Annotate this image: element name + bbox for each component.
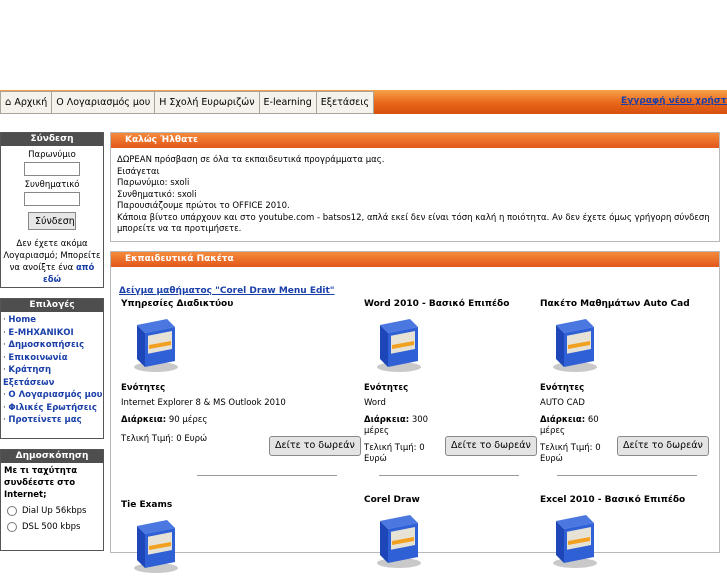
options-item: · Δημοσκοπήσεις xyxy=(3,340,85,350)
software-box-icon xyxy=(374,511,424,569)
welcome-line: ΔΩΡΕΑΝ πρόσβαση σε όλα τα εκπαιδευτικά π… xyxy=(117,155,385,165)
welcome-line: Εισάγεται xyxy=(117,166,160,177)
welcome-line: Συνθηματικό: sxoli xyxy=(117,189,197,200)
duration-label: Διάρκεια: xyxy=(364,414,410,425)
free-preview-button[interactable]: Δείτε το δωρεάν xyxy=(269,436,361,456)
nav-school[interactable]: Η Σχολή Ευρωριζών xyxy=(155,92,260,113)
options-link-faq[interactable]: Φιλικές Ερωτήσεις xyxy=(8,403,96,413)
package-title: Excel 2010 - Βασικό Επιπέδο xyxy=(540,495,686,505)
welcome-title: Καλώς Ήλθατε xyxy=(111,133,719,148)
options-item: · E-ΜΗΧΑΝΙΚΟΙ xyxy=(3,327,74,338)
package-duration: Διάρκεια: 300 μέρες xyxy=(364,415,434,438)
package-title: Υπηρεσίες Διαδικτύου xyxy=(121,299,234,309)
packages-title: Εκπαιδευτικά Πακέτα xyxy=(111,252,719,267)
software-box-icon xyxy=(131,516,181,574)
package-duration: Διάρκεια: 90 μέρες xyxy=(121,415,293,427)
poll-box: Δημοσκόπηση Με τι ταχύτητα συνδέεστε στο… xyxy=(0,449,104,551)
sample-lesson-link[interactable]: Δείγμα μαθήματος "Corel Draw Menu Edit" xyxy=(119,286,335,296)
options-item: · Κράτηση Εξετάσεων xyxy=(3,365,55,388)
welcome-body: ΔΩΡΕΑΝ πρόσβαση σε όλα τα εκπαιδευτικά π… xyxy=(111,148,719,243)
home-icon: ⌂ xyxy=(5,97,12,108)
package-title: Corel Draw xyxy=(364,495,420,505)
welcome-panel: Καλώς Ήλθατε ΔΩΡΕΑΝ πρόσβαση σε όλα τα ε… xyxy=(110,132,720,242)
welcome-line: Κάποια βίντεο υπάρχουν και στο youtube.c… xyxy=(117,212,710,235)
welcome-line: Παρουσιάζουμε πρώτοι το OFFICE 2010. xyxy=(117,201,290,211)
duration-label: Διάρκεια: xyxy=(121,414,167,425)
options-link-home[interactable]: Home xyxy=(8,315,36,325)
poll-option[interactable]: DSL 500 kbps xyxy=(7,519,103,535)
radio-button[interactable] xyxy=(7,522,17,532)
username-input[interactable] xyxy=(24,162,80,176)
poll-question: Με τι ταχύτητα συνδέεστε στο Internet; xyxy=(4,466,78,500)
software-box-icon xyxy=(131,315,181,373)
options-title: Επιλογές xyxy=(1,299,103,312)
radio-button[interactable] xyxy=(7,506,17,516)
options-item: · Home xyxy=(3,315,36,325)
package-duration: Διάρκεια: 60 μέρες xyxy=(540,415,604,438)
signup-note: Δεν έχετε ακόμα Λογαριασμό; Μπορείτε να … xyxy=(1,238,103,286)
package-title: Tie Exams xyxy=(121,500,173,510)
main-nav: ⌂ Αρχική Ο Λογαριασμός μου Η Σχολή Ευρωρι… xyxy=(0,91,375,114)
free-preview-button[interactable]: Δείτε το δωρεάν xyxy=(617,436,709,456)
package-sections: Internet Explorer 8 & MS Outlook 2010 xyxy=(121,398,286,408)
package-sections-label: Ενότητες xyxy=(121,383,166,393)
nav-home[interactable]: ⌂ Αρχική xyxy=(1,92,53,113)
package-card: Υπηρεσίες Διαδικτύου Ενότητες Internet E… xyxy=(121,299,293,446)
options-item: · Φιλικές Ερωτήσεις xyxy=(3,402,97,413)
login-button[interactable]: Σύνδεση xyxy=(28,212,76,230)
options-item: · Επικοινωνία xyxy=(3,352,68,363)
package-sections: Word xyxy=(364,398,386,408)
nav-exams[interactable]: Εξετάσεις xyxy=(317,92,373,113)
options-list: · Home · E-ΜΗΧΑΝΙΚΟΙ · Δημοσκοπήσεις · Ε… xyxy=(1,312,103,427)
duration-label: Διάρκεια: xyxy=(540,414,586,425)
duration-value: 90 μέρες xyxy=(168,414,208,425)
login-title: Σύνδεση xyxy=(1,133,103,146)
options-item: · Προτείνετε μας xyxy=(3,415,82,425)
package-card: Corel Draw xyxy=(364,495,536,569)
package-sections: AUTO CAD xyxy=(540,398,585,408)
divider xyxy=(557,475,697,476)
options-item: · Ο Λογαριασμός μου xyxy=(3,390,103,400)
options-link-recommend[interactable]: Προτείνετε μας xyxy=(8,415,81,425)
login-box: Σύνδεση Παρωνύμιο Συνθηματικό Σύνδεση Δε… xyxy=(0,132,104,288)
poll-option-label: Dial Up 56kbps xyxy=(22,506,87,516)
options-link-engineers[interactable]: E-ΜΗΧΑΝΙΚΟΙ xyxy=(8,328,73,338)
nav-home-label: Αρχική xyxy=(14,97,48,108)
package-price: Τελική Τιμή: 0 Ευρώ xyxy=(540,442,601,465)
package-title: Πακέτο Μαθημάτων Auto Cad xyxy=(540,299,690,309)
package-card: Tie Exams xyxy=(121,500,293,574)
poll-title: Δημοσκόπηση xyxy=(1,450,103,463)
options-link-polls[interactable]: Δημοσκοπήσεις xyxy=(8,340,84,350)
package-price: Τελική Τιμή: 0 Ευρώ xyxy=(121,434,208,444)
package-sections-label: Ενότητες xyxy=(540,383,585,393)
packages-panel: Εκπαιδευτικά Πακέτα Δείγμα μαθήματος "Co… xyxy=(110,251,720,573)
software-box-icon xyxy=(550,511,600,569)
package-card: Excel 2010 - Βασικό Επιπέδο xyxy=(540,495,712,569)
options-link-contact[interactable]: Επικοινωνία xyxy=(8,353,67,363)
software-box-icon xyxy=(374,315,424,373)
software-box-icon xyxy=(550,315,600,373)
divider xyxy=(379,475,519,476)
package-price: Τελική Τιμή: 0 Ευρώ xyxy=(364,442,425,465)
poll-option[interactable]: Dial Up 56kbps xyxy=(7,503,103,519)
password-input[interactable] xyxy=(24,192,80,206)
poll-option-label: DSL 500 kbps xyxy=(22,522,81,532)
free-preview-button[interactable]: Δείτε το δωρεάν xyxy=(445,436,537,456)
options-link-exam-booking[interactable]: Κράτηση Εξετάσεων xyxy=(3,365,54,388)
nav-my-account[interactable]: Ο Λογαριασμός μου xyxy=(52,92,156,113)
divider xyxy=(197,475,337,476)
username-label: Παρωνύμιο xyxy=(28,150,76,160)
welcome-line: Παρωνύμιο: sxoli xyxy=(117,178,190,188)
register-link[interactable]: Εγγραφή νέου χρήστη xyxy=(621,96,727,106)
options-box: Επιλογές · Home · E-ΜΗΧΑΝΙΚΟΙ · Δημοσκοπ… xyxy=(0,298,104,439)
package-title: Word 2010 - Βασικό Επιπέδο xyxy=(364,299,510,309)
nav-elearning[interactable]: E-learning xyxy=(260,92,317,113)
options-link-my-account[interactable]: Ο Λογαριασμός μου xyxy=(8,390,102,400)
password-label: Συνθηματικό xyxy=(24,180,80,190)
package-sections-label: Ενότητες xyxy=(364,383,409,393)
